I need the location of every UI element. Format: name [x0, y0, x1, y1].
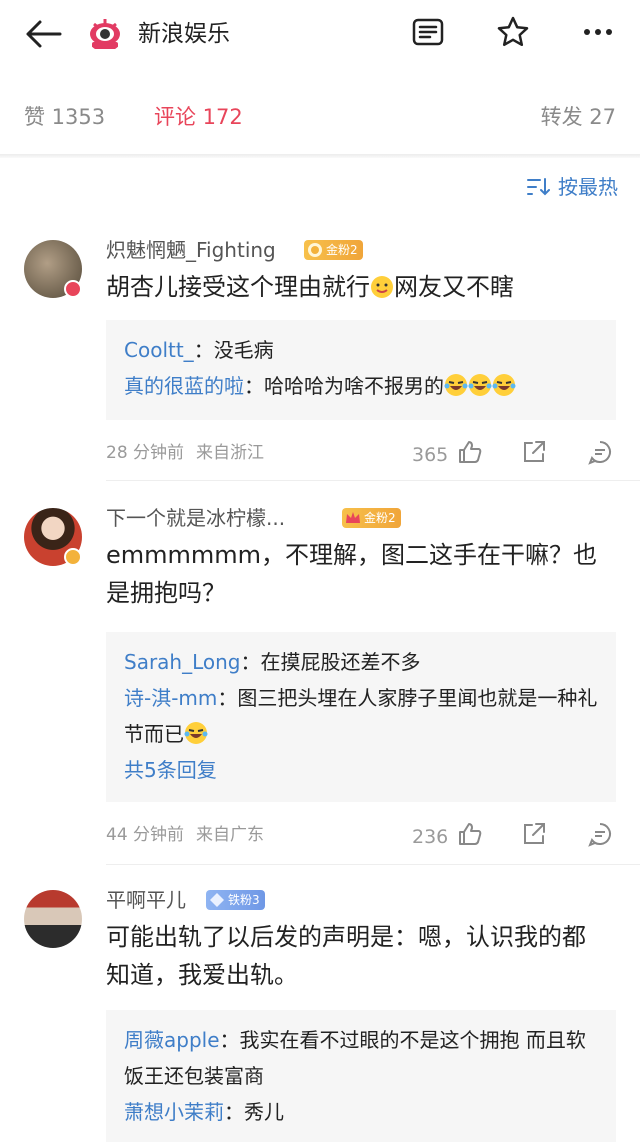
- tab-reposts[interactable]: 转发 27: [541, 102, 616, 132]
- reply-box[interactable]: Sarah_Long：在摸屁股还差不多 诗-淇-mm：图三把头埋在人家脖子里闻也…: [106, 632, 616, 802]
- diamond-icon: [210, 893, 224, 907]
- reply-author[interactable]: 诗-淇-mm: [124, 686, 217, 710]
- reply-author[interactable]: Sarah_Long: [124, 650, 241, 674]
- comment-username[interactable]: 下一个就是冰柠檬...: [106, 504, 285, 532]
- comment-location: 来自浙江: [196, 443, 265, 463]
- laugh-cry-emoji-icon: [184, 722, 208, 744]
- divider: [106, 480, 640, 481]
- stats-tabs: 赞 1353 评论 172 转发 27: [0, 92, 640, 146]
- article-icon[interactable]: [410, 14, 446, 50]
- comment-location: 来自广东: [196, 825, 265, 845]
- sort-button[interactable]: 按最热: [526, 172, 618, 202]
- verified-badge-icon: [64, 280, 82, 298]
- back-arrow-icon[interactable]: [22, 14, 62, 54]
- comment-time: 28 分钟前: [106, 443, 185, 463]
- reply-item: 真的很蓝的啦：哈哈哈为啥不报男的: [124, 368, 598, 404]
- reply-item: 周薇apple：我实在看不过眼的不是这个拥抱 而且软饭王还包装富商: [124, 1028, 586, 1088]
- reply-item: Sarah_Long：在摸屁股还差不多: [124, 650, 421, 674]
- verified-badge-icon: [64, 548, 82, 566]
- reply-box[interactable]: Cooltt_：没毛病 真的很蓝的啦：哈哈哈为啥不报男的: [106, 320, 616, 420]
- top-bar: 新浪娱乐: [0, 0, 640, 70]
- comment-username[interactable]: 炽魅惘魉_Fighting: [106, 236, 276, 264]
- reply-author[interactable]: 真的很蓝的啦: [124, 374, 244, 398]
- reply-item: Cooltt_：没毛病: [124, 338, 274, 362]
- comment-time: 44 分钟前: [106, 825, 185, 845]
- like-count: 365: [412, 444, 449, 466]
- comment-text: emmmmmm，不理解，图二这手在干嘛？也是拥抱吗？: [106, 541, 598, 607]
- thumbs-up-icon[interactable]: [456, 438, 484, 466]
- reply-bubble-icon[interactable]: [586, 438, 614, 466]
- share-icon[interactable]: [520, 820, 548, 848]
- divider: [106, 864, 640, 865]
- fan-badge: 金粉2: [304, 240, 363, 260]
- fan-badge: 铁粉3: [206, 890, 265, 910]
- share-icon[interactable]: [520, 438, 548, 466]
- thumbs-up-icon[interactable]: [456, 820, 484, 848]
- reply-author[interactable]: 周薇apple: [124, 1028, 220, 1052]
- fan-badge: 金粉2: [342, 508, 401, 528]
- reply-box[interactable]: 周薇apple：我实在看不过眼的不是这个拥抱 而且软饭王还包装富商 萧想小茉莉：…: [106, 1010, 616, 1142]
- divider: [0, 154, 640, 158]
- page-title: 新浪娱乐: [138, 21, 230, 47]
- sort-label: 按最热: [558, 175, 618, 199]
- more-icon[interactable]: [580, 14, 616, 50]
- laugh-cry-emoji-icon: [492, 374, 516, 396]
- comment-text: 可能出轨了以后发的声明是：嗯，认识我的都知道，我爱出轨。: [106, 923, 586, 989]
- crown-icon: [346, 512, 360, 523]
- laugh-cry-emoji-icon: [444, 374, 468, 396]
- sort-icon: [527, 178, 550, 196]
- reply-author[interactable]: 萧想小茉莉: [124, 1100, 224, 1124]
- reply-author[interactable]: Cooltt_: [124, 338, 194, 362]
- laugh-cry-emoji-icon: [468, 374, 492, 396]
- comment-text: 胡杏儿接受这个理由就行 网友又不瞎: [106, 273, 514, 301]
- emoji-icon: [371, 276, 393, 298]
- like-count: 236: [412, 826, 449, 848]
- fan-level-icon: [308, 243, 322, 257]
- tab-comments[interactable]: 评论 172: [154, 102, 243, 132]
- sina-eye-logo: [86, 14, 124, 52]
- comment-username[interactable]: 平啊平儿: [106, 886, 186, 914]
- more-replies-link[interactable]: 共5条回复: [124, 752, 598, 788]
- comment-meta: 44 分钟前 来自广东: [106, 822, 264, 848]
- avatar[interactable]: [24, 890, 82, 948]
- reply-item: 萧想小茉莉：秀儿: [124, 1100, 284, 1124]
- comment-meta: 28 分钟前 来自浙江: [106, 440, 264, 466]
- reply-item: 诗-淇-mm：图三把头埋在人家脖子里闻也就是一种礼节而已: [124, 686, 598, 746]
- star-icon[interactable]: [495, 14, 531, 50]
- tab-likes[interactable]: 赞 1353: [24, 102, 105, 132]
- reply-bubble-icon[interactable]: [586, 820, 614, 848]
